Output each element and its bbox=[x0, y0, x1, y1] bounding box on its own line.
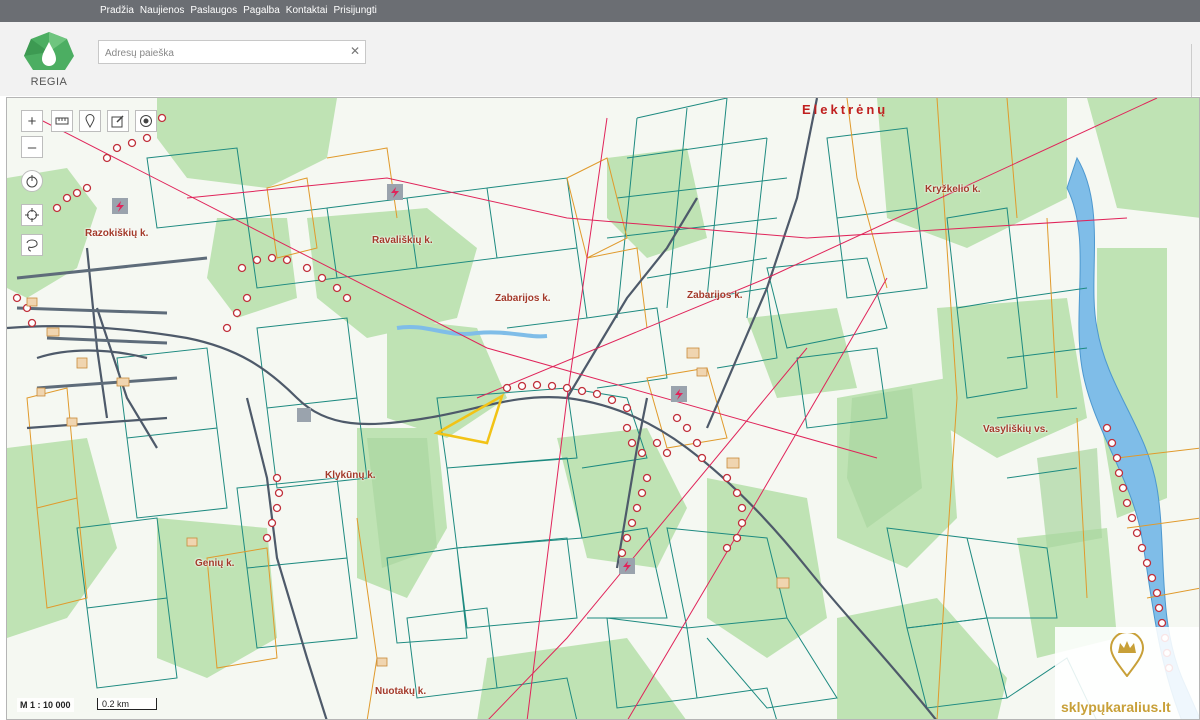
brand-text: sklypųkaralius.lt bbox=[1061, 699, 1171, 715]
logo-text: REGIA bbox=[30, 76, 68, 88]
map-canvas[interactable] bbox=[7, 98, 1200, 720]
power-icon bbox=[26, 175, 38, 188]
address-search-input[interactable] bbox=[103, 41, 347, 65]
map-viewport[interactable]: Elektrėnų Razokiškių k. Ravališkių k. Za… bbox=[6, 97, 1200, 720]
place-label-razokiskiu: Razokiškių k. bbox=[85, 228, 149, 239]
edit-button[interactable] bbox=[107, 110, 129, 132]
place-label-ravaliskiu: Ravališkių k. bbox=[372, 235, 433, 246]
target-icon bbox=[140, 115, 152, 127]
place-label-zabarijos-east: Zabarijos k. bbox=[687, 290, 743, 301]
place-label-kryzkelio: Kryžkelio k. bbox=[925, 184, 981, 195]
address-search[interactable]: ✕ bbox=[98, 40, 366, 65]
marker-button[interactable] bbox=[79, 110, 101, 132]
map-pin-icon bbox=[85, 114, 95, 128]
crown-pin-icon bbox=[1109, 633, 1145, 677]
nav-kontaktai[interactable]: Kontaktai bbox=[286, 0, 328, 22]
scale-ratio: M 1 : 10 000 bbox=[17, 698, 74, 712]
nav-naujienos[interactable]: Naujienos bbox=[140, 0, 184, 22]
place-label-nuotaku: Nuotakų k. bbox=[375, 686, 427, 697]
place-label-geniu: Genių k. bbox=[195, 558, 235, 569]
brand-watermark[interactable]: sklypųkaralius.lt bbox=[1055, 627, 1199, 719]
nav-pagalba[interactable]: Pagalba bbox=[243, 0, 280, 22]
top-nav-bar: Pradžia Naujienos Paslaugos Pagalba Kont… bbox=[0, 0, 1200, 22]
lasso-icon bbox=[26, 239, 38, 252]
home-extent-button[interactable] bbox=[21, 170, 43, 192]
nav-prisijungti[interactable]: Prisijungti bbox=[334, 0, 377, 22]
ruler-icon bbox=[55, 117, 69, 125]
minus-icon: – bbox=[27, 138, 37, 156]
regia-logo-icon bbox=[24, 32, 74, 70]
edit-icon bbox=[111, 115, 124, 128]
measure-button[interactable] bbox=[51, 110, 73, 132]
draw-polygon-button[interactable] bbox=[21, 234, 43, 256]
place-label-zabarijos-west: Zabarijos k. bbox=[495, 293, 551, 304]
nav-paslaugos[interactable]: Paslaugos bbox=[190, 0, 237, 22]
header: REGIA ✕ bbox=[0, 22, 1200, 118]
scale-bar: 0.2 km bbox=[97, 698, 157, 710]
town-label-elektrenai: Elektrėnų bbox=[802, 102, 889, 117]
location-button[interactable] bbox=[135, 110, 157, 132]
regia-logo[interactable]: REGIA bbox=[20, 30, 78, 96]
place-label-klykunu: Klykūnų k. bbox=[325, 470, 376, 481]
top-nav: Pradžia Naujienos Paslaugos Pagalba Kont… bbox=[100, 0, 383, 22]
crosshair-icon bbox=[25, 208, 39, 222]
plus-icon: + bbox=[27, 112, 37, 130]
nav-pradzia[interactable]: Pradžia bbox=[100, 0, 134, 22]
place-label-vasyliskiu: Vasyliškių vs. bbox=[983, 424, 1049, 435]
zoom-out-button[interactable]: – bbox=[21, 136, 43, 158]
crosshair-button[interactable] bbox=[21, 204, 43, 226]
zoom-in-button[interactable]: + bbox=[21, 110, 43, 132]
clear-search-icon[interactable]: ✕ bbox=[350, 44, 360, 58]
